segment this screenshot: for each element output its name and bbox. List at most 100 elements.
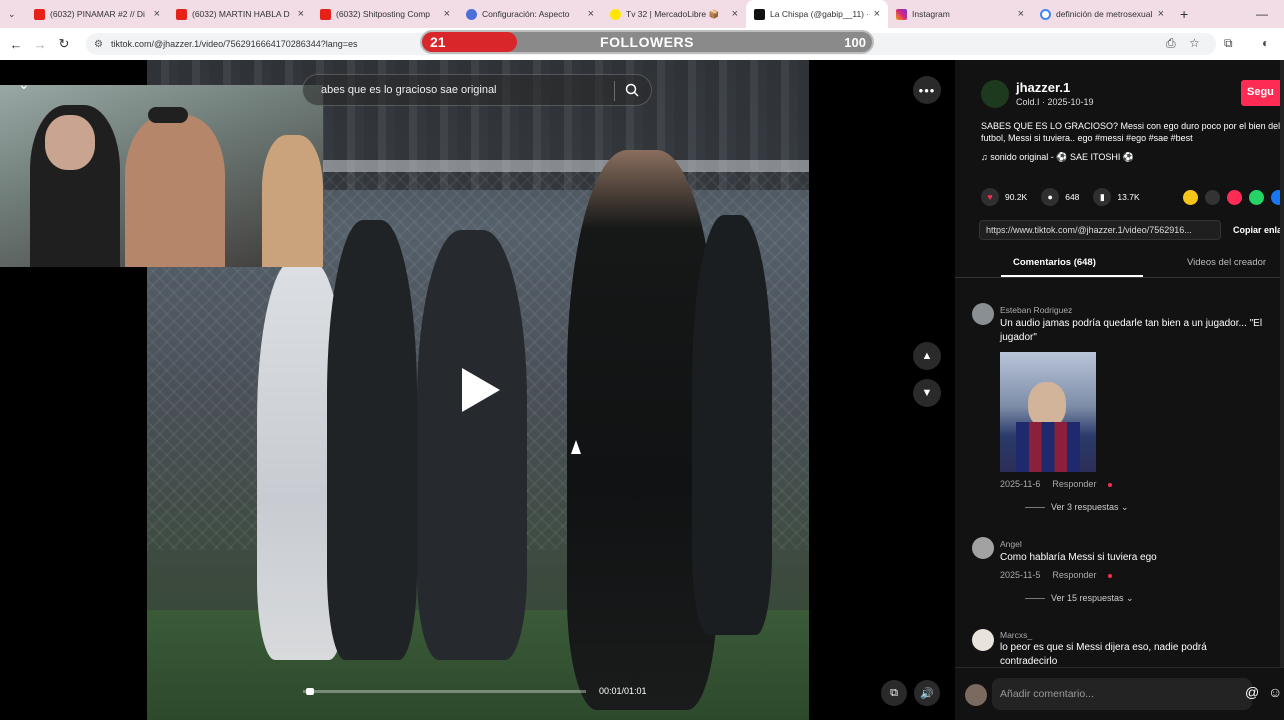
mouse-cursor-icon <box>571 440 581 454</box>
browser-tab-2[interactable]: (6032) Shitposting Comp × <box>312 0 458 28</box>
site-info-icon[interactable]: ⚙ <box>94 39 103 50</box>
view-replies-button[interactable]: Ver 15 respuestas ⌄ <box>1025 593 1134 604</box>
streamer-right <box>262 135 323 267</box>
music-label[interactable]: ♫ sonido original - ⚽ SAE ITOSHI ⚽ <box>981 152 1134 163</box>
new-tab-button[interactable]: + <box>1172 0 1202 28</box>
tab-list-button[interactable]: ⌄ <box>0 0 26 28</box>
extensions-icon[interactable]: ⧉ <box>1224 36 1233 51</box>
search-query: abes que es lo gracioso sae original <box>321 84 497 96</box>
bookmark-icon: ▮ <box>1093 188 1112 206</box>
video-link-field[interactable]: https://www.tiktok.com/@jhazzer.1/video/… <box>979 220 1221 240</box>
creator-subline: Cold.I · 2025-10-19 <box>1016 97 1094 107</box>
close-tab-icon[interactable]: × <box>588 8 594 20</box>
comment-meta: 2025-11-6 Responder <box>1000 479 1113 489</box>
close-tab-icon[interactable]: × <box>732 8 738 20</box>
like-count: 90.2K <box>1005 192 1028 202</box>
comment-author[interactable]: Esteban Rodriguez <box>1000 305 1072 315</box>
tab-title: Instagram <box>912 9 950 19</box>
comment-avatar[interactable] <box>972 303 994 325</box>
tab-comments[interactable]: Comentarios (648) <box>1013 257 1096 268</box>
forward-icon[interactable]: → <box>28 37 52 52</box>
tab-title: La Chispa (@gabip__11) · <box>770 9 868 19</box>
comment-input[interactable]: Añadir comentario... <box>992 678 1252 710</box>
creator-avatar[interactable] <box>981 80 1009 108</box>
tiktok-icon <box>754 8 765 20</box>
youtube-icon <box>320 8 331 20</box>
volume-icon[interactable]: 🔊 <box>914 680 940 706</box>
youtube-icon <box>34 8 45 20</box>
mercadolibre-icon <box>610 8 621 20</box>
reply-button[interactable]: Responder <box>1052 570 1096 580</box>
more-options-button[interactable]: ••• <box>913 76 941 104</box>
browser-tab-7[interactable]: definición de metrosexual × <box>1032 0 1172 28</box>
creator-username[interactable]: jhazzer.1 <box>1016 80 1070 95</box>
share-coin-icon[interactable] <box>1183 190 1198 205</box>
close-tab-icon[interactable]: × <box>298 8 304 20</box>
comment-count: 648 <box>1065 192 1080 202</box>
comment-author[interactable]: Angel <box>1000 539 1022 549</box>
video-progress-bar[interactable] <box>303 688 586 695</box>
copy-link-button[interactable]: Copiar enla <box>1233 225 1282 235</box>
back-icon[interactable]: ← <box>4 37 28 52</box>
like-dot-icon[interactable] <box>1108 483 1113 487</box>
close-icon[interactable]: ⌄ <box>18 76 30 93</box>
emoji-icon[interactable]: ☺ <box>1268 684 1282 700</box>
followers-title: FOLLOWERS <box>600 34 694 50</box>
comment-image[interactable] <box>1000 352 1096 472</box>
comment-author[interactable]: Marcxs_ <box>1000 630 1032 640</box>
next-video-button[interactable]: ▼ <box>913 379 941 407</box>
follow-button[interactable]: Segu <box>1241 80 1284 106</box>
play-icon[interactable] <box>462 368 500 412</box>
video-description: SABES QUE ES LO GRACIOSO? Messi con ego … <box>981 121 1281 143</box>
mention-icon[interactable]: @ <box>1245 684 1259 700</box>
browser-tab-4[interactable]: Tv 32 | MercadoLibre 📦 × <box>602 0 746 28</box>
followers-goal: 100 <box>844 34 866 50</box>
browser-tab-3[interactable]: Configuración: Aspecto × <box>458 0 602 28</box>
tab-creator-videos[interactable]: Videos del creador <box>1187 257 1266 268</box>
search-divider <box>614 81 615 101</box>
tab-title: (6032) MARTIN HABLA D <box>192 9 290 19</box>
comment-button[interactable]: ● 648 <box>1041 188 1079 206</box>
reload-icon[interactable]: ↻ <box>52 36 76 52</box>
google-icon <box>1040 8 1051 20</box>
whatsapp-icon[interactable] <box>1249 190 1264 205</box>
gear-icon <box>466 8 477 20</box>
tab-title: definición de metrosexual <box>1056 9 1152 19</box>
heart-icon: ♥ <box>981 188 999 206</box>
streamer-left-face <box>45 115 95 170</box>
reply-button[interactable]: Responder <box>1052 479 1096 489</box>
close-tab-icon[interactable]: × <box>1018 8 1024 20</box>
search-icon[interactable] <box>625 83 639 97</box>
previous-video-button[interactable]: ▲ <box>913 342 941 370</box>
browser-tab-5[interactable]: La Chispa (@gabip__11) · × <box>746 0 888 28</box>
minimize-window-icon[interactable]: — <box>1248 0 1268 28</box>
comment-avatar[interactable] <box>972 629 994 651</box>
comment-text: Un audio jamas podría quedarle tan bien … <box>1000 318 1263 343</box>
browser-tab-strip: ⌄ (6032) PINAMAR #2 // Di × (6032) MARTI… <box>0 0 1284 28</box>
send-icon[interactable] <box>1227 190 1242 205</box>
close-tab-icon[interactable]: × <box>874 8 880 20</box>
bookmark-star-icon[interactable]: ☆ <box>1189 36 1200 50</box>
player-dark-2 <box>417 230 527 660</box>
save-count: 13.7K <box>1117 192 1140 202</box>
streamer-cap <box>148 107 188 123</box>
like-button[interactable]: ♥ 90.2K <box>981 188 1027 206</box>
like-dot-icon[interactable] <box>1108 574 1113 578</box>
save-button[interactable]: ▮ 13.7K <box>1093 188 1140 206</box>
browser-tab-1[interactable]: (6032) MARTIN HABLA D × <box>168 0 312 28</box>
comment-avatar[interactable] <box>972 537 994 559</box>
view-replies-button[interactable]: Ver 3 respuestas ⌄ <box>1025 502 1129 513</box>
embed-icon[interactable] <box>1205 190 1220 205</box>
search-input[interactable]: abes que es lo gracioso sae original <box>302 74 652 106</box>
player-shirt <box>1016 422 1080 472</box>
browser-tab-6[interactable]: Instagram × <box>888 0 1032 28</box>
profile-icon[interactable]: ◐ <box>1262 36 1269 50</box>
close-tab-icon[interactable]: × <box>444 8 450 20</box>
browser-tab-0[interactable]: (6032) PINAMAR #2 // Di × <box>26 0 168 28</box>
picture-in-picture-icon[interactable]: ⧉ <box>881 680 907 706</box>
video-progress-knob[interactable] <box>305 688 314 695</box>
panel-scrollbar[interactable] <box>1280 60 1284 667</box>
close-tab-icon[interactable]: × <box>154 8 160 20</box>
close-tab-icon[interactable]: × <box>1158 8 1164 20</box>
install-app-icon[interactable]: ⎙ <box>1166 36 1176 51</box>
